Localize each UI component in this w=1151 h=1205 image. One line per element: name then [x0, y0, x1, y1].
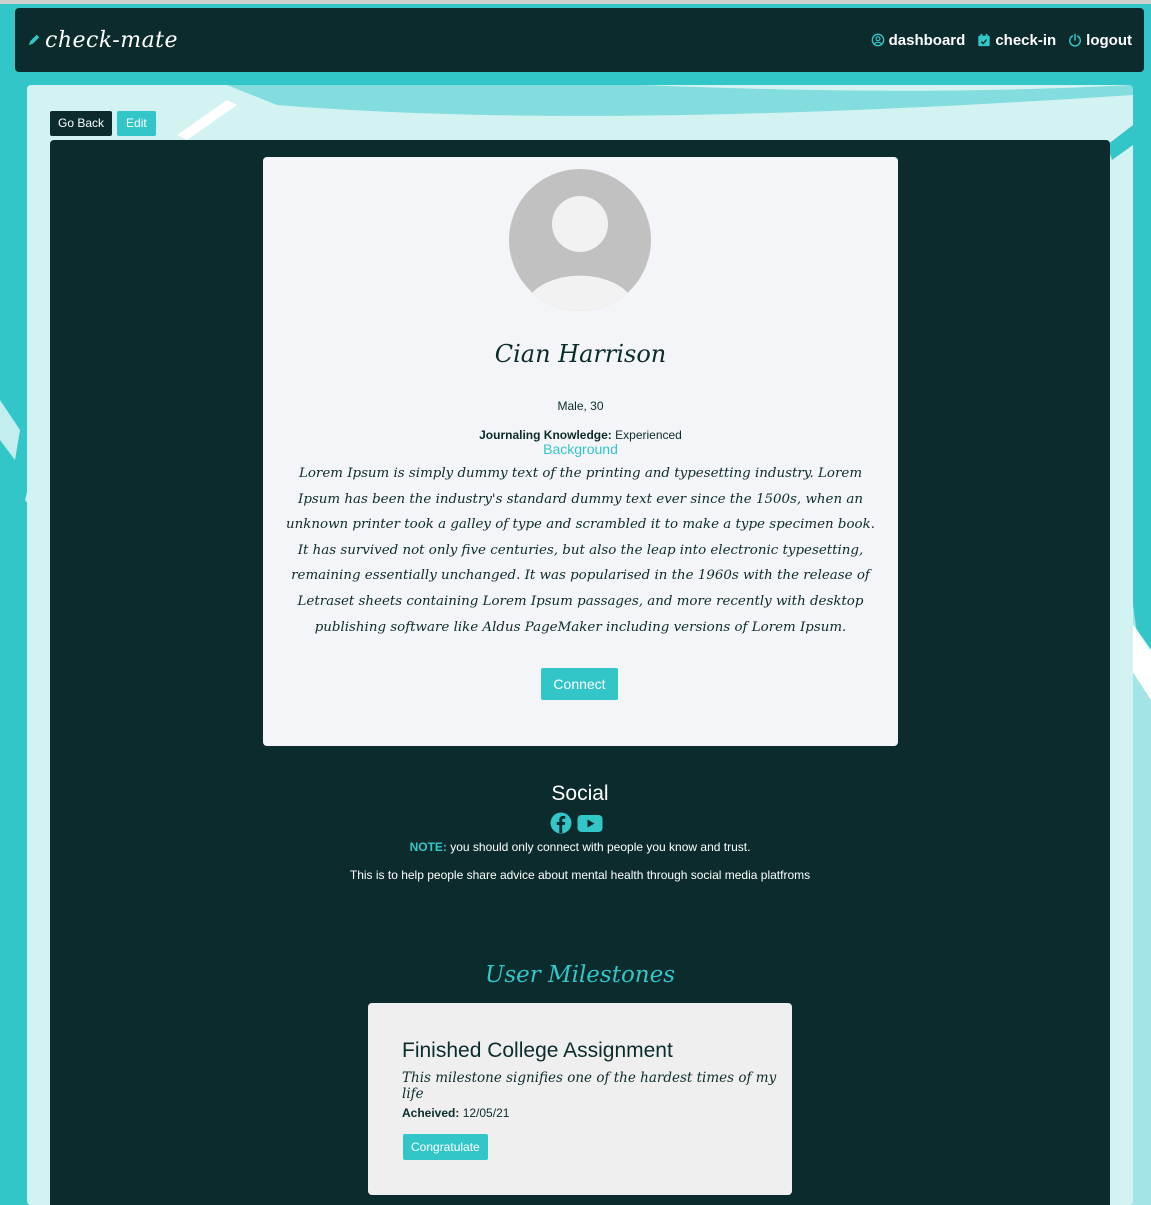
background-text: Lorem Ipsum is simply dummy text of the …: [286, 466, 875, 635]
user-circle-icon: [871, 33, 884, 47]
nav-link-label: check-in: [995, 31, 1057, 49]
calendar-check-icon: [978, 33, 990, 47]
facebook-icon[interactable]: [550, 812, 572, 834]
profile-gender-age: Male, 30: [557, 399, 604, 413]
milestones-title: User Milestones: [484, 962, 676, 988]
avatar: [509, 169, 651, 311]
nav-links: dashboard check-in logout: [871, 32, 1132, 49]
top-navbar: check-mate dashboard check-in logout: [15, 8, 1144, 72]
milestone-title: Finished College Assignment: [402, 1039, 673, 1062]
profile-card: Cian Harrison Male, 30 Journaling Knowle…: [263, 157, 898, 746]
nav-link-dashboard[interactable]: dashboard: [871, 31, 966, 49]
nav-link-label: logout: [1086, 31, 1132, 49]
achieved-label: Acheived:: [402, 1106, 460, 1120]
nav-link-check-in[interactable]: check-in: [977, 32, 1056, 49]
brand-logo[interactable]: check-mate: [27, 28, 178, 53]
milestone-description: This milestone signifies one of the hard…: [402, 1070, 777, 1102]
milestone-card: Finished College Assignment This milesto…: [368, 1003, 792, 1195]
social-note: NOTE: you should only connect with peopl…: [50, 840, 1110, 854]
connect-button[interactable]: Connect: [541, 668, 618, 700]
congratulate-button[interactable]: Congratulate: [403, 1134, 488, 1160]
nav-link-logout[interactable]: logout: [1068, 32, 1132, 49]
window-frame: [0, 0, 1151, 4]
action-buttons: Go Back Edit: [50, 111, 156, 136]
social-help-text: This is to help people share advice abou…: [349, 868, 811, 882]
go-back-button[interactable]: Go Back: [50, 111, 113, 136]
note-text: you should only connect with people you …: [446, 840, 751, 854]
background-heading: Background: [543, 441, 618, 457]
milestone-achieved: Acheived: 12/05/21: [402, 1106, 509, 1120]
profile-name: Cian Harrison: [494, 340, 667, 368]
pencil-icon: [28, 34, 40, 46]
social-icons: [550, 812, 603, 834]
user-silhouette-icon: [524, 196, 636, 311]
note-label: NOTE:: [409, 840, 447, 854]
achieved-date: 12/05/21: [462, 1106, 510, 1120]
profile-main: Cian Harrison Male, 30 Journaling Knowle…: [50, 140, 1110, 1205]
social-title: Social: [551, 782, 609, 805]
nav-link-label: dashboard: [888, 31, 966, 49]
brand-name: check-mate: [45, 27, 179, 53]
power-icon: [1069, 33, 1082, 47]
edit-button[interactable]: Edit: [117, 111, 156, 136]
youtube-icon[interactable]: [577, 812, 603, 834]
